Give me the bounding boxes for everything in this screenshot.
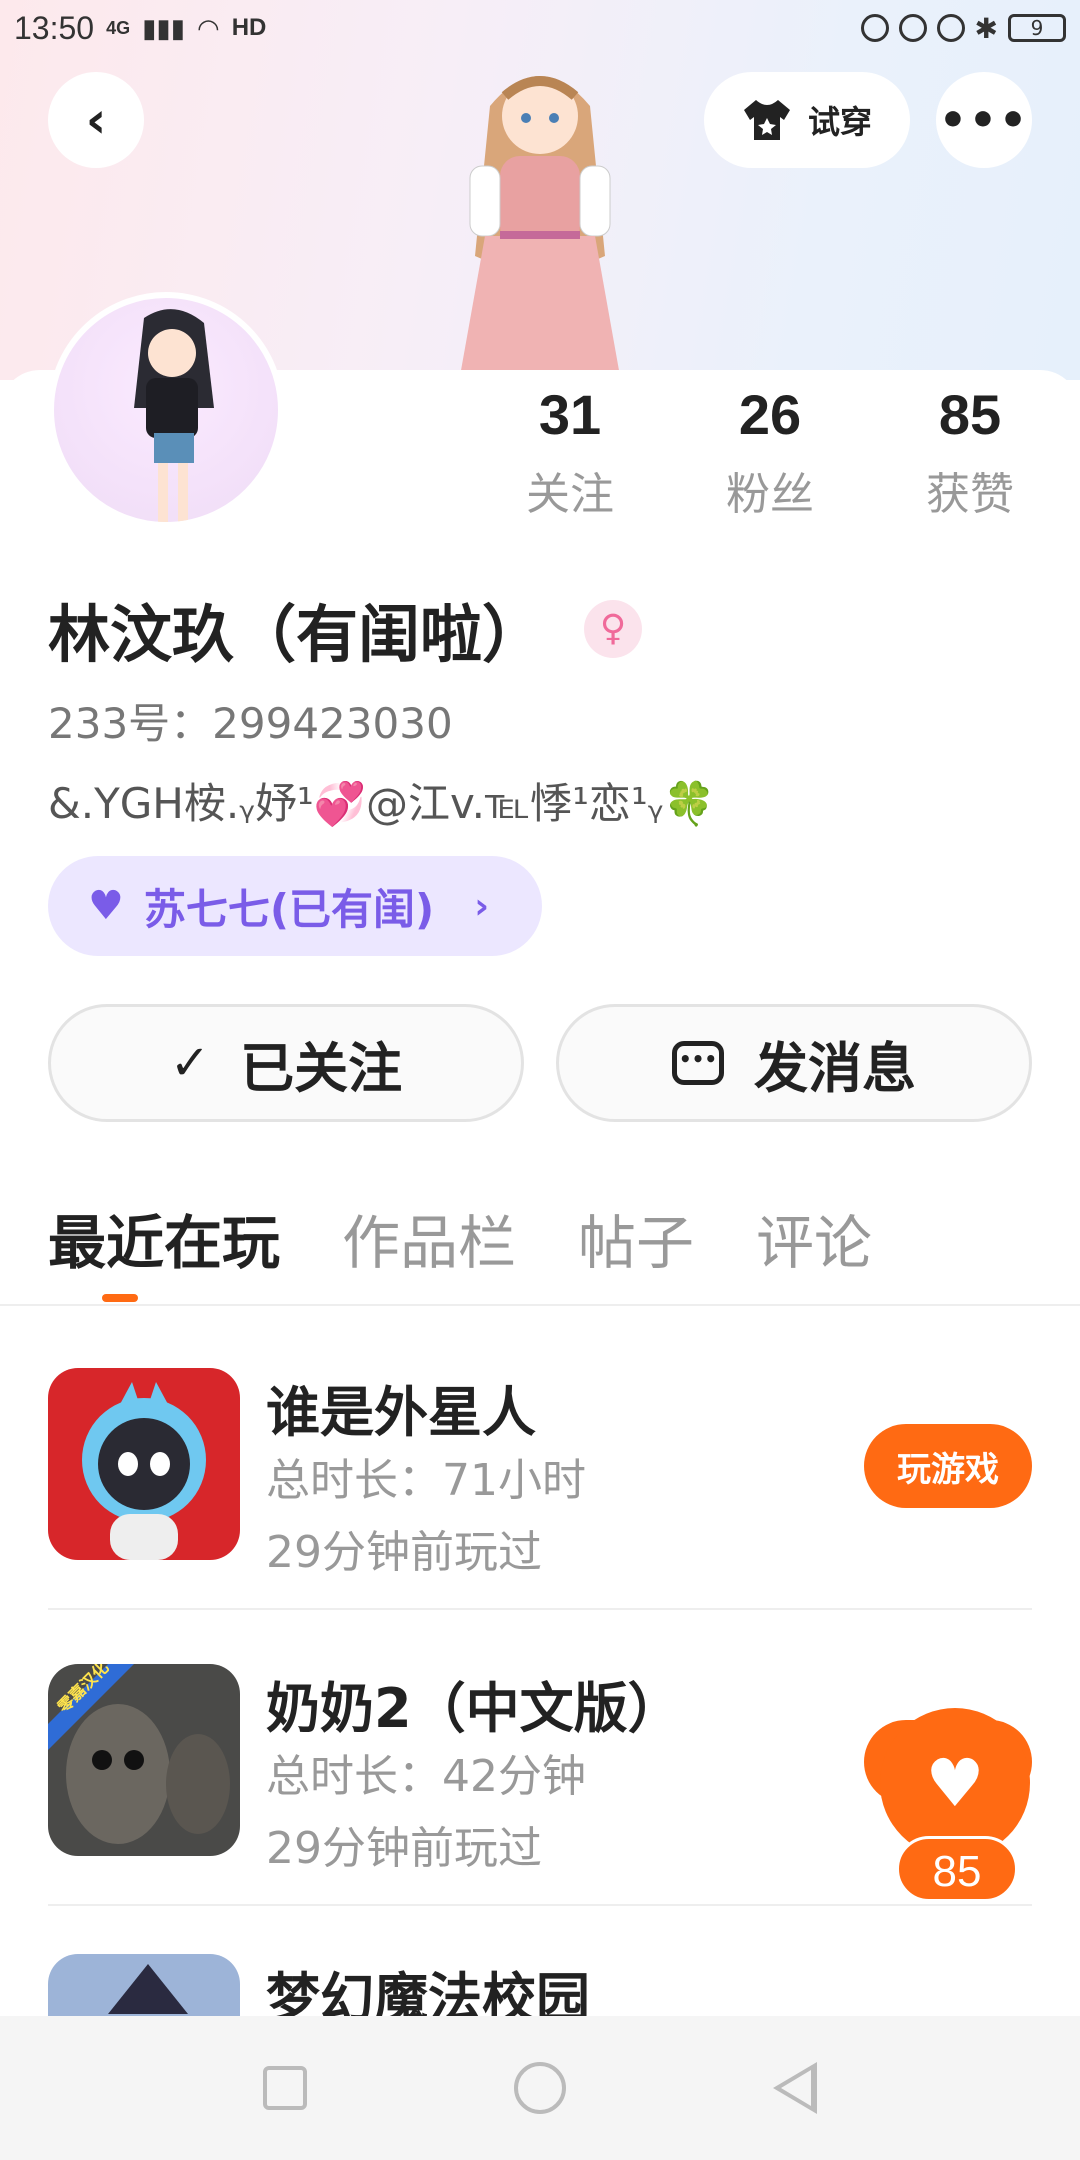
- game-last-played: 29分钟前玩过: [266, 1823, 542, 1874]
- list-item[interactable]: 谁是外星人 总时长：71小时 29分钟前玩过 玩游戏: [48, 1368, 1032, 1664]
- game-icon: [48, 1368, 240, 1560]
- follow-label: 已关注: [240, 1036, 403, 1100]
- status-left: 13:50 4G ▮▮▮ ◠ HD: [14, 10, 266, 47]
- alien-game-icon: [48, 1368, 240, 1560]
- stat-label: 粉丝: [726, 469, 814, 520]
- play-game-button[interactable]: 玩游戏: [864, 1424, 1032, 1508]
- game-duration: 总时长：71小时: [266, 1455, 586, 1506]
- game-icon: 零嘉汉化: [48, 1664, 240, 1856]
- more-dots-icon: •••: [938, 94, 1030, 146]
- game-duration: 总时长：42分钟: [266, 1751, 586, 1802]
- stat-value: 31: [538, 383, 602, 446]
- stat-likes[interactable]: 85 获赞: [870, 380, 1070, 522]
- back-button[interactable]: ‹: [48, 72, 144, 168]
- stat-fans[interactable]: 26 粉丝: [670, 380, 870, 522]
- shirt-icon: [743, 100, 790, 140]
- stat-value: 26: [738, 383, 802, 446]
- list-item[interactable]: 梦幻魔法校园: [48, 1954, 1032, 2016]
- try-on-label: 试穿: [807, 103, 872, 141]
- back-triangle-icon[interactable]: [772, 2062, 817, 2114]
- game-last-played: 29分钟前玩过: [266, 1527, 542, 1578]
- follow-button[interactable]: ✓ 已关注: [48, 1004, 524, 1122]
- game-title: 梦幻魔法校园: [266, 1967, 590, 2016]
- profile-name: 林汶玖（有闺啦）: [48, 598, 545, 671]
- system-nav-bar: [0, 2016, 1080, 2160]
- status-right: ✱ 9: [860, 11, 1066, 45]
- message-label: 发消息: [754, 1036, 916, 1100]
- bluetooth-icon: ✱: [974, 11, 998, 45]
- tab-posts[interactable]: 帖子: [578, 1196, 694, 1280]
- recents-icon[interactable]: [263, 2066, 308, 2110]
- alarm-icon: [936, 14, 965, 42]
- chevron-left-icon: ‹: [85, 91, 107, 149]
- magic-school-game-icon: [48, 1954, 240, 2016]
- active-tab-indicator: [102, 1294, 138, 1302]
- game-icon: [48, 1954, 240, 2016]
- avatar[interactable]: [48, 292, 284, 528]
- name-row: 林汶玖（有闺啦） ♀: [48, 584, 643, 674]
- game-title: 奶奶2（中文版）: [266, 1677, 682, 1740]
- battery-icon: 9: [1008, 14, 1066, 42]
- couple-tag[interactable]: ♥ 苏七七(已有闺) ›: [48, 856, 542, 956]
- list-divider: [48, 1608, 1032, 1610]
- hd-label: HD: [231, 14, 267, 41]
- lock-icon: [898, 14, 927, 42]
- profile-stats: 31 关注 26 粉丝 85 获赞: [470, 380, 1070, 522]
- like-count: 85: [896, 1836, 1018, 1902]
- female-icon: ♀: [584, 600, 643, 658]
- more-button[interactable]: •••: [936, 72, 1032, 168]
- chevron-right-icon: ›: [474, 885, 490, 927]
- check-icon: ✓: [169, 1035, 211, 1091]
- home-icon[interactable]: [513, 2062, 566, 2114]
- stat-label: 关注: [526, 469, 614, 520]
- couple-tag-label: 苏七七(已有闺): [143, 884, 435, 934]
- profile-bio: &.YGH桉.ᵧ妤¹💞@江v.℡悸¹恋¹ᵧ🍀: [48, 779, 716, 828]
- wifi-icon: ◠: [197, 12, 220, 43]
- banner-character-avatar: [460, 76, 620, 376]
- network-type: 4G: [106, 17, 131, 38]
- signal-icon: ▮▮▮: [142, 12, 186, 43]
- profile-tabs: 最近在玩 作品栏 帖子 评论: [48, 1196, 872, 1280]
- try-on-button[interactable]: 试穿: [704, 72, 910, 168]
- tabs-divider: [0, 1304, 1080, 1306]
- game-title: 谁是外星人: [266, 1381, 536, 1444]
- user-id: 233号：299423030: [48, 699, 453, 748]
- message-button[interactable]: ••• 发消息: [556, 1004, 1032, 1122]
- like-float-button[interactable]: ♥ 85: [860, 1708, 1030, 1902]
- stat-value: 85: [938, 383, 1002, 446]
- chat-bubble-icon: •••: [672, 1041, 724, 1085]
- status-bar: 13:50 4G ▮▮▮ ◠ HD ✱ 9: [0, 0, 1080, 56]
- sync-icon: [860, 14, 889, 42]
- stat-label: 获赞: [926, 469, 1014, 520]
- tab-works[interactable]: 作品栏: [342, 1196, 516, 1280]
- heart-icon: ♥: [88, 883, 124, 929]
- stat-following[interactable]: 31 关注: [470, 380, 670, 522]
- tab-comments[interactable]: 评论: [756, 1196, 872, 1280]
- tab-recent-play[interactable]: 最近在玩: [48, 1196, 280, 1280]
- list-divider: [48, 1904, 1032, 1906]
- status-time: 13:50: [14, 9, 95, 46]
